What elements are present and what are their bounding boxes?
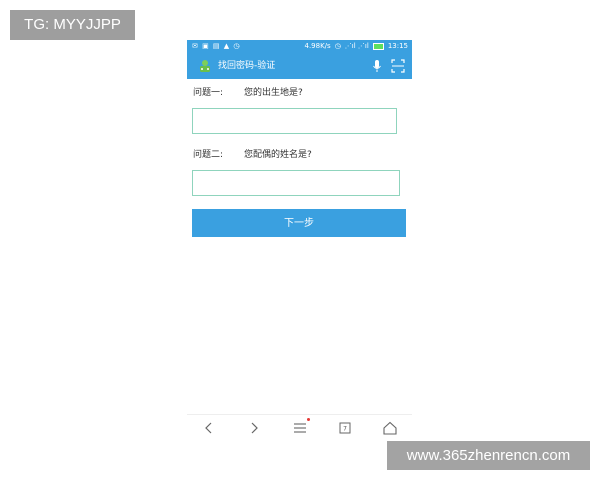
- status-right: 4.98K/s ◷ ⋰ıl ⋰ıl 13:15: [304, 40, 408, 53]
- phone-screen: ✉ ▣ ▤ ▲ ◷ 4.98K/s ◷ ⋰ıl ⋰ıl 13:15 找回密码-验…: [187, 40, 412, 441]
- question-1-label: 问题一:: [193, 88, 224, 98]
- site-watermark: www.365zhenrencn.com: [387, 441, 590, 470]
- clock: 13:15: [387, 42, 408, 50]
- question-2-label: 问题二:: [193, 150, 224, 160]
- next-step-button[interactable]: 下一步: [192, 209, 406, 237]
- status-bar: ✉ ▣ ▤ ▲ ◷ 4.98K/s ◷ ⋰ıl ⋰ıl 13:15: [187, 40, 412, 53]
- answer-2-field[interactable]: [192, 170, 400, 196]
- signal-icon: ⋰ıl ⋰ıl: [344, 42, 369, 50]
- menu-icon[interactable]: [291, 419, 309, 437]
- notification-icons: ✉ ▣ ▤ ▲ ◷: [192, 42, 241, 50]
- question-2-row: 问题二: 您配偶的姓名是?: [193, 147, 312, 160]
- battery-icon: [372, 43, 384, 50]
- tg-label: TG: MYYJJPP: [10, 10, 135, 40]
- app-header: 找回密码-验证: [187, 53, 412, 79]
- network-speed: 4.98K/s: [304, 42, 331, 50]
- menu-notification-dot: [307, 418, 310, 421]
- back-icon[interactable]: [200, 419, 218, 437]
- mic-icon[interactable]: [372, 59, 382, 73]
- question-1-text: 您的出生地是?: [244, 88, 303, 98]
- answer-1-field[interactable]: [192, 108, 397, 134]
- tab-count: 7: [343, 426, 347, 433]
- home-icon[interactable]: [381, 419, 399, 437]
- page-title: 找回密码-验证: [218, 61, 276, 71]
- question-2-text: 您配偶的姓名是?: [244, 150, 312, 160]
- forward-icon[interactable]: [245, 419, 263, 437]
- scan-icon[interactable]: [391, 59, 405, 73]
- tabs-icon[interactable]: 7: [336, 419, 354, 437]
- alarm-icon: ◷: [334, 42, 341, 50]
- app-logo-icon: [200, 60, 210, 72]
- browser-bottom-nav: 7: [187, 414, 412, 441]
- question-1-row: 问题一: 您的出生地是?: [193, 85, 303, 98]
